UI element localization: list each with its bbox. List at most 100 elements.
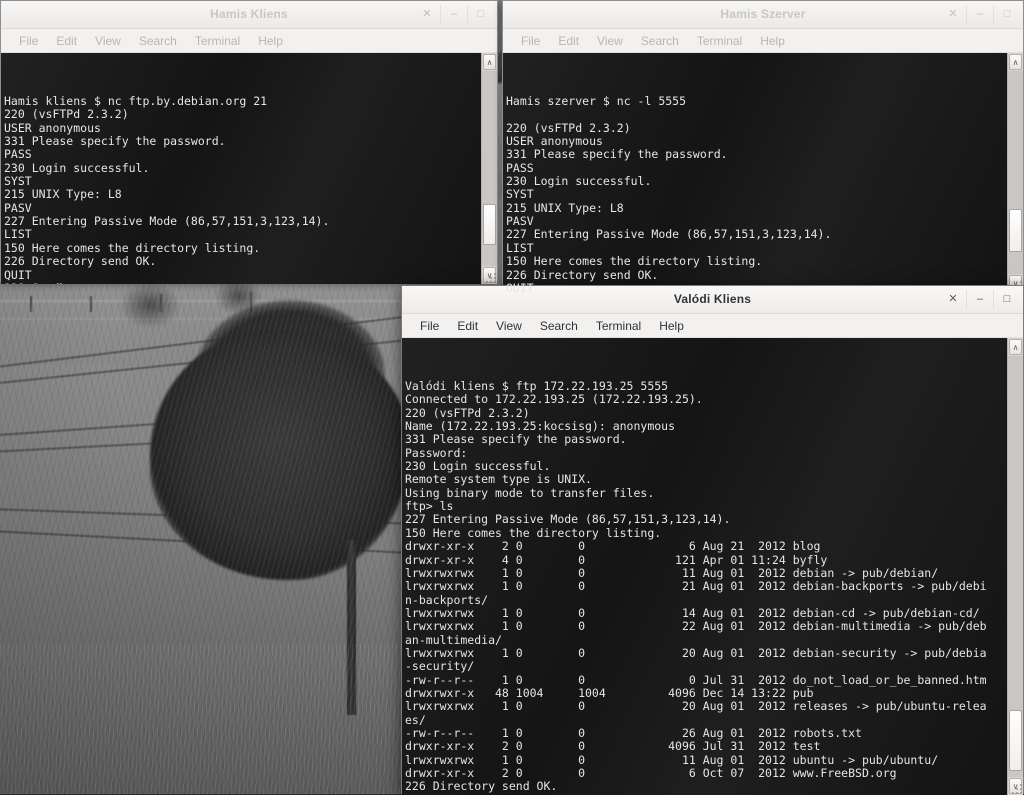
terminal-line: lrwxrwxrwx 1 0 0 22 Aug 01 2012 debian-m… xyxy=(405,619,987,634)
terminal-line: drwxr-xr-x 2 0 0 6 Oct 07 2012 www.FreeB… xyxy=(405,766,897,780)
minimize-icon[interactable]: – xyxy=(440,4,467,25)
window-hamis-kliens[interactable]: Hamis Kliens ✕ – □ File Edit View Search… xyxy=(0,0,498,284)
menu-file[interactable]: File xyxy=(411,318,448,334)
terminal-output[interactable]: Hamis szerver $ nc -l 5555 220 (vsFTPd 2… xyxy=(503,53,1007,292)
terminal-lines: Hamis kliens $ nc ftp.by.debian.org 21 22… xyxy=(4,94,481,284)
terminal-line: Hamis kliens $ nc ftp.by.debian.org 21 xyxy=(4,94,268,109)
terminal-lines: Valódi kliens $ ftp 172.22.193.25 5555 Co… xyxy=(405,379,1007,795)
terminal-line: LIST xyxy=(4,227,32,242)
maximize-icon[interactable]: □ xyxy=(467,4,494,25)
terminal-line: 227 Entering Passive Mode (86,57,151,3,1… xyxy=(4,214,330,229)
menubar: File Edit View Search Terminal Help xyxy=(402,314,1023,338)
terminal-line: 150 Here comes the directory listing. xyxy=(506,254,763,269)
terminal-line: drwxrwxr-x 48 1004 1004 4096 Dec 14 13:2… xyxy=(405,685,814,700)
maximize-icon[interactable]: □ xyxy=(993,4,1020,25)
terminal-line: PASS xyxy=(4,147,32,162)
scrollbar-thumb[interactable] xyxy=(1009,709,1022,771)
terminal-line: 150 Here comes the directory listing. xyxy=(405,525,662,540)
scroll-up-icon[interactable]: ∧ xyxy=(483,54,496,70)
menubar: File Edit View Search Terminal Help xyxy=(1,29,497,53)
terminal-line: Using binary mode to transfer files. xyxy=(405,485,655,500)
titlebar-hamis-kliens[interactable]: Hamis Kliens ✕ – □ xyxy=(1,1,497,29)
resize-grip[interactable] xyxy=(1010,782,1022,794)
terminal-line: SYST xyxy=(506,187,534,202)
window-valodi-kliens[interactable]: Valódi Kliens ✕ – □ File Edit View Searc… xyxy=(401,285,1024,795)
scrollbar-track[interactable] xyxy=(1008,71,1023,274)
terminal-line: 215 UNIX Type: L8 xyxy=(506,200,624,215)
terminal-line: es/ xyxy=(405,712,426,727)
maximize-icon[interactable]: □ xyxy=(993,289,1020,310)
terminal-line: 227 Entering Passive Mode (86,57,151,3,1… xyxy=(405,512,731,527)
terminal-line: USER anonymous xyxy=(506,134,603,149)
scrollbar-track[interactable] xyxy=(482,71,497,266)
terminal-line: Password: xyxy=(405,445,468,460)
close-icon[interactable]: ✕ xyxy=(414,5,440,25)
terminal-area: Valódi kliens $ ftp 172.22.193.25 5555 Co… xyxy=(402,338,1023,795)
menu-terminal[interactable]: Terminal xyxy=(587,318,650,334)
titlebar-hamis-szerver[interactable]: Hamis Szerver ✕ – □ xyxy=(503,1,1023,29)
terminal-line: 227 Entering Passive Mode (86,57,151,3,1… xyxy=(506,227,832,242)
terminal-line: 220 (vsFTPd 2.3.2) xyxy=(405,405,530,420)
terminal-line: 221 Goodbye. xyxy=(4,281,481,284)
menu-edit[interactable]: Edit xyxy=(549,33,588,49)
terminal-line: Name (172.22.193.25:kocsisg): anonymous xyxy=(405,419,676,434)
scroll-up-icon[interactable]: ∧ xyxy=(1009,339,1022,355)
terminal-line: lrwxrwxrwx 1 0 0 20 Aug 01 2012 releases… xyxy=(405,699,987,714)
menu-view[interactable]: View xyxy=(487,318,531,334)
terminal-line: PASS xyxy=(506,160,534,175)
scroll-up-icon[interactable]: ∧ xyxy=(1009,54,1022,70)
minimize-icon[interactable]: – xyxy=(966,289,993,310)
terminal-line: QUIT xyxy=(506,280,534,292)
terminal-output[interactable]: Hamis kliens $ nc ftp.by.debian.org 21 22… xyxy=(1,53,481,284)
terminal-area: Hamis szerver $ nc -l 5555 220 (vsFTPd 2… xyxy=(503,53,1023,292)
window-buttons: ✕ – □ xyxy=(940,1,1020,28)
scrollbar-track[interactable] xyxy=(1008,356,1023,777)
menu-help[interactable]: Help xyxy=(650,318,693,334)
terminal-line: 331 Please specify the password. xyxy=(405,432,627,447)
menu-terminal[interactable]: Terminal xyxy=(688,33,751,49)
terminal-line: an-multimedia/ xyxy=(405,632,502,647)
menu-file[interactable]: File xyxy=(512,33,549,49)
terminal-output[interactable]: Valódi kliens $ ftp 172.22.193.25 5555 Co… xyxy=(402,338,1007,795)
terminal-line: drwxr-xr-x 2 0 0 6 Aug 21 2012 blog xyxy=(405,539,821,554)
menu-edit[interactable]: Edit xyxy=(448,318,487,334)
menu-search[interactable]: Search xyxy=(130,33,186,49)
terminal-line: 220 (vsFTPd 2.3.2) xyxy=(4,107,129,122)
menu-search[interactable]: Search xyxy=(632,33,688,49)
terminal-line: LIST xyxy=(506,240,534,255)
minimize-icon[interactable]: – xyxy=(966,4,993,25)
menu-terminal[interactable]: Terminal xyxy=(186,33,249,49)
terminal-line: 230 Login successful. xyxy=(405,459,551,474)
terminal-line: lrwxrwxrwx 1 0 0 20 Aug 01 2012 debian-s… xyxy=(405,645,987,660)
terminal-line: QUIT xyxy=(4,267,32,282)
menu-edit[interactable]: Edit xyxy=(47,33,86,49)
terminal-line: n-backports/ xyxy=(405,592,489,607)
close-icon[interactable]: ✕ xyxy=(940,290,966,310)
terminal-line: Hamis szerver $ nc -l 5555 xyxy=(506,94,687,109)
menu-help[interactable]: Help xyxy=(751,33,794,49)
terminal-line: 230 Login successful. xyxy=(506,174,652,189)
scrollbar-thumb[interactable] xyxy=(1009,209,1022,252)
terminal-line: PASV xyxy=(506,214,534,229)
scrollbar-vertical[interactable]: ∧ ∨ xyxy=(481,53,497,284)
menu-search[interactable]: Search xyxy=(531,318,587,334)
scrollbar-thumb[interactable] xyxy=(483,203,496,245)
resize-grip[interactable] xyxy=(484,271,496,283)
terminal-line: 331 Please specify the password. xyxy=(506,147,728,162)
terminal-line: lrwxrwxrwx 1 0 0 11 Aug 01 2012 ubuntu -… xyxy=(405,752,939,767)
terminal-line: -rw-r--r-- 1 0 0 0 Jul 31 2012 do_not_lo… xyxy=(405,672,987,687)
menu-view[interactable]: View xyxy=(588,33,632,49)
scrollbar-vertical[interactable]: ∧ ∨ xyxy=(1007,53,1023,292)
menu-help[interactable]: Help xyxy=(249,33,292,49)
terminal-line: -rw-r--r-- 1 0 0 26 Aug 01 2012 robots.t… xyxy=(405,725,862,740)
scrollbar-vertical[interactable]: ∧ ∨ xyxy=(1007,338,1023,795)
window-hamis-szerver[interactable]: Hamis Szerver ✕ – □ File Edit View Searc… xyxy=(502,0,1024,292)
terminal-line: 226 Directory send OK. xyxy=(4,254,157,269)
terminal-line: USER anonymous xyxy=(4,120,101,135)
terminal-line: 226 Directory send OK. xyxy=(506,267,659,282)
menu-file[interactable]: File xyxy=(10,33,47,49)
close-icon[interactable]: ✕ xyxy=(940,5,966,25)
terminal-line: SYST xyxy=(4,174,32,189)
terminal-area: Hamis kliens $ nc ftp.by.debian.org 21 22… xyxy=(1,53,497,284)
menu-view[interactable]: View xyxy=(86,33,130,49)
